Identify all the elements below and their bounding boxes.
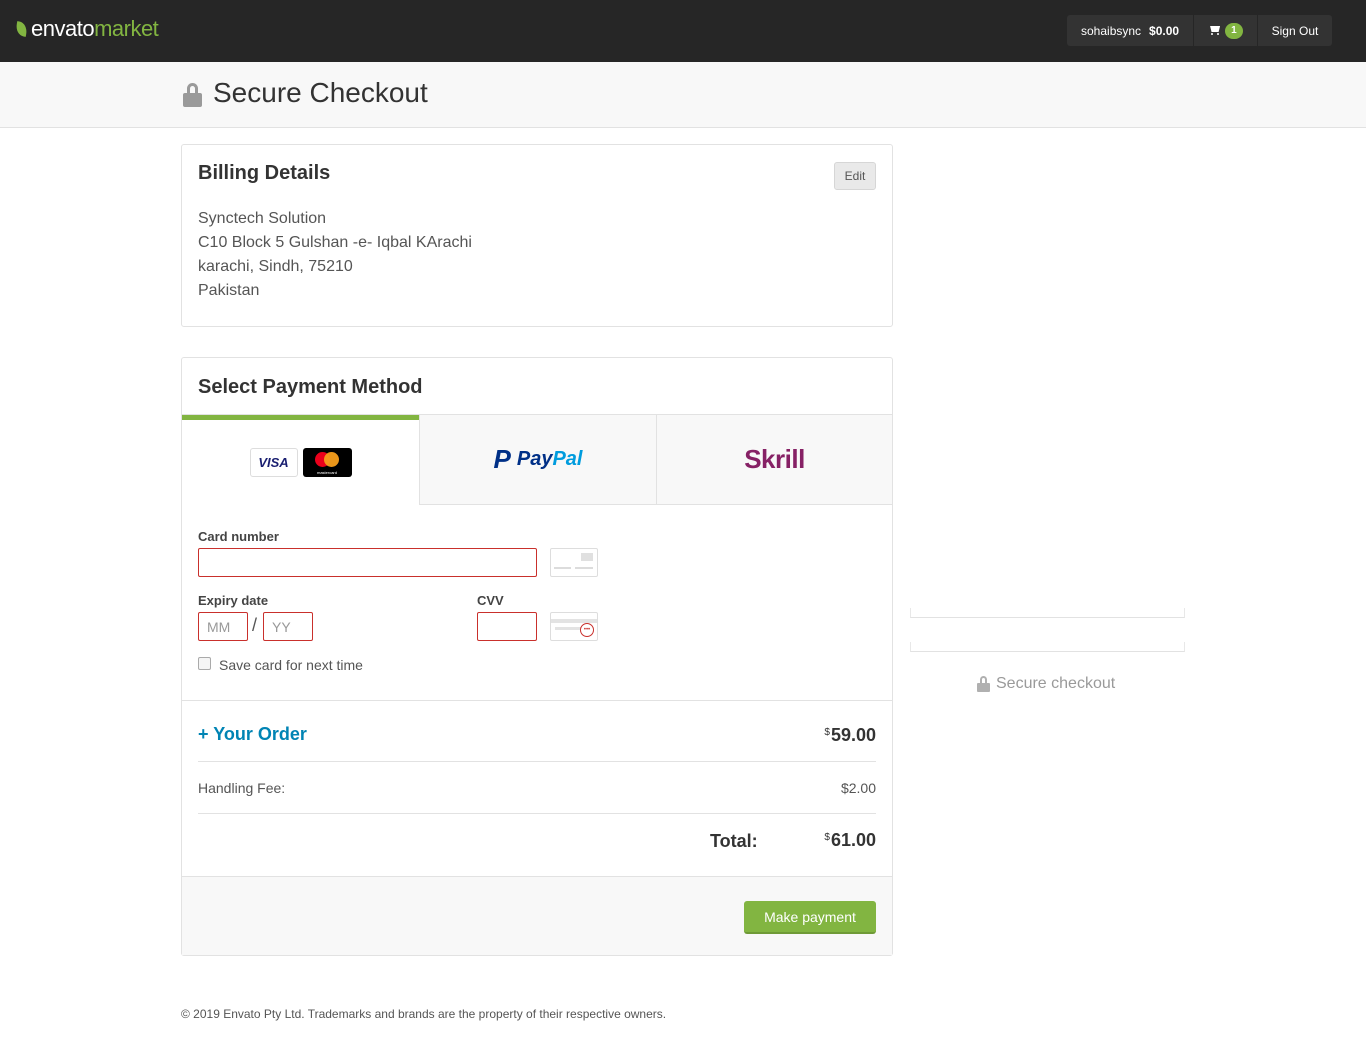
cart-icon	[1208, 25, 1221, 36]
mastercard-icon: mastercard	[302, 448, 352, 477]
cvv-input[interactable]	[477, 612, 537, 641]
your-order-toggle[interactable]: + Your Order	[198, 724, 307, 745]
save-card-label[interactable]: Save card for next time	[219, 657, 363, 673]
expiry-year-input[interactable]	[263, 612, 313, 641]
tab-paypal[interactable]: P PayPal	[419, 415, 656, 505]
billing-details-panel: Billing Details Edit Synctech Solution C…	[181, 144, 893, 327]
user-account-box: sohaibsync $0.00 1 Sign Out	[1067, 15, 1333, 46]
handling-fee-label: Handling Fee:	[198, 780, 286, 796]
expiry-date-label: Expiry date	[198, 593, 269, 608]
page-header: Secure Checkout	[0, 62, 1366, 128]
card-front-icon	[550, 548, 598, 577]
username: sohaibsync	[1081, 23, 1142, 38]
page-title: Secure Checkout	[213, 77, 428, 108]
make-payment-button[interactable]: Make payment	[744, 901, 876, 934]
mastercard-label: mastercard	[316, 470, 337, 475]
cvv-label: CVV	[477, 593, 504, 608]
expiry-separator: /	[252, 615, 258, 635]
copyright-text: © 2019 Envato Pty Ltd. Trademarks and br…	[181, 1007, 667, 1021]
billing-address: Synctech Solution C10 Block 5 Gulshan -e…	[198, 207, 472, 303]
billing-details-heading: Billing Details	[198, 162, 331, 184]
secure-checkout-note: Secure checkout	[977, 675, 1115, 693]
order-total: $61.00	[824, 830, 876, 850]
address-line-city: karachi, Sindh, 75210	[198, 258, 353, 275]
secure-checkout-text: Secure checkout	[996, 675, 1116, 692]
divider	[182, 700, 892, 701]
account-menu[interactable]: sohaibsync $0.00	[1067, 15, 1195, 46]
card-number-input[interactable]	[198, 548, 537, 577]
cart-button[interactable]: 1	[1194, 15, 1258, 46]
lock-icon	[977, 676, 990, 692]
handling-fee-value: $2.00	[840, 780, 876, 796]
envato-market-logo[interactable]: envato market	[14, 14, 159, 44]
payment-method-heading: Select Payment Method	[198, 376, 423, 398]
paypal-wordmark: PayPal	[516, 448, 583, 470]
address-line-country: Pakistan	[198, 282, 260, 299]
address-line-company: Synctech Solution	[198, 210, 327, 227]
divider	[198, 761, 876, 762]
logo-text-market: market	[94, 16, 159, 41]
skrill-icon: Skrill	[744, 444, 805, 474]
sidebar-card-edge	[910, 608, 1185, 618]
tab-skrill[interactable]: Skrill	[656, 415, 892, 505]
top-navigation-bar: envato market sohaibsync $0.00 1 Sign Ou…	[0, 0, 1366, 62]
paypal-icon: P	[493, 444, 511, 474]
total-label: Total:	[710, 831, 758, 851]
order-subtotal: $59.00	[824, 725, 876, 745]
sign-out-link[interactable]: Sign Out	[1258, 15, 1333, 46]
payment-method-tabs: VISA mastercard P PayPal Skrill	[182, 414, 892, 505]
card-back-cvv-icon: •••	[550, 612, 598, 641]
lock-icon	[183, 83, 202, 107]
payment-actions: Make payment	[182, 876, 892, 955]
save-card-checkbox[interactable]	[198, 657, 211, 670]
edit-billing-button[interactable]: Edit	[834, 162, 876, 190]
visa-icon: VISA	[249, 448, 298, 477]
payment-method-panel: Select Payment Method VISA mastercard P …	[181, 357, 893, 956]
address-line-street: C10 Block 5 Gulshan -e- Iqbal KArachi	[198, 234, 472, 251]
logo-text-envato: envato	[31, 16, 95, 41]
sidebar-card-edge	[910, 642, 1185, 652]
divider	[198, 813, 876, 814]
account-balance: $0.00	[1149, 23, 1180, 38]
expiry-month-input[interactable]	[198, 612, 248, 641]
tab-card[interactable]: VISA mastercard	[182, 415, 419, 505]
leaf-icon	[14, 21, 29, 37]
cart-count-badge: 1	[1225, 22, 1243, 39]
card-number-label: Card number	[198, 529, 279, 544]
